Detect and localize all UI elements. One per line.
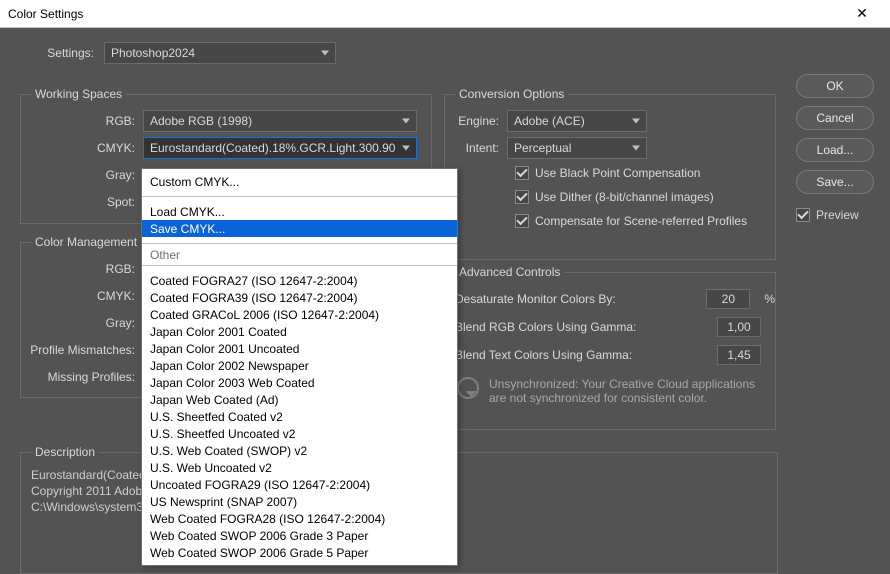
chevron-down-icon: [632, 145, 640, 150]
dropdown-item-profile[interactable]: Japan Color 2001 Uncoated: [142, 340, 457, 357]
dropdown-item-profile[interactable]: Web Coated FOGRA28 (ISO 12647-2:2004): [142, 510, 457, 527]
ws-spot-label: Spot:: [21, 195, 143, 209]
window-title: Color Settings: [8, 7, 842, 21]
blend-text-label: Blend Text Colors Using Gamma:: [455, 348, 655, 362]
dropdown-item-profile[interactable]: Web Coated SWOP 2006 Grade 3 Paper: [142, 527, 457, 544]
dropdown-item-profile[interactable]: Japan Color 2002 Newspaper: [142, 357, 457, 374]
ws-cmyk-select[interactable]: Eurostandard(Coated).18%.GCR.Light.300.9…: [143, 137, 417, 159]
ws-cmyk-label: CMYK:: [21, 141, 143, 155]
blend-text-field[interactable]: 1,45: [717, 345, 761, 365]
cm-profile-mismatches-label: Profile Mismatches:: [21, 343, 143, 357]
dropdown-profile-list: Coated FOGRA27 (ISO 12647-2:2004)Coated …: [142, 268, 457, 565]
cm-gray-label: Gray:: [21, 316, 143, 330]
cancel-button[interactable]: Cancel: [796, 106, 874, 130]
dropdown-separator: [142, 265, 457, 266]
dropdown-item-profile[interactable]: U.S. Sheetfed Uncoated v2: [142, 425, 457, 442]
working-spaces-legend: Working Spaces: [31, 87, 126, 101]
cm-rgb-label: RGB:: [21, 262, 143, 276]
ok-button[interactable]: OK: [796, 74, 874, 98]
settings-label: Settings:: [36, 46, 94, 60]
color-management-legend: Color Management: [31, 235, 141, 249]
dropdown-item-profile[interactable]: Japan Color 2001 Coated: [142, 323, 457, 340]
close-button[interactable]: ✕: [842, 5, 882, 22]
chevron-down-icon: [632, 118, 640, 123]
black-point-label: Use Black Point Compensation: [535, 166, 700, 180]
chevron-down-icon: [402, 118, 410, 123]
conv-intent-label: Intent:: [445, 141, 507, 155]
unsync-text: Unsynchronized: Your Creative Cloud appl…: [489, 377, 759, 405]
conv-engine-label: Engine:: [445, 114, 507, 128]
ws-gray-label: Gray:: [21, 168, 143, 182]
dropdown-header-other: Other: [142, 246, 457, 263]
scene-ref-checkbox[interactable]: [515, 214, 529, 228]
titlebar: Color Settings ✕: [0, 0, 890, 28]
settings-select[interactable]: Photoshop2024: [104, 42, 336, 64]
conv-engine-select[interactable]: Adobe (ACE): [507, 110, 647, 132]
dropdown-item-profile[interactable]: Uncoated FOGRA29 (ISO 12647-2:2004): [142, 476, 457, 493]
conv-intent-value: Perceptual: [514, 141, 571, 155]
dropdown-item-profile[interactable]: U.S. Web Uncoated v2: [142, 459, 457, 476]
load-button[interactable]: Load...: [796, 138, 874, 162]
conv-intent-select[interactable]: Perceptual: [507, 137, 647, 159]
dropdown-item-profile[interactable]: Web Coated SWOP 2006 Grade 5 Paper: [142, 544, 457, 561]
ws-rgb-label: RGB:: [21, 114, 143, 128]
advanced-legend: Advanced Controls: [455, 265, 564, 279]
desaturate-field[interactable]: 20: [706, 289, 750, 309]
cm-missing-profiles-label: Missing Profiles:: [21, 370, 143, 384]
black-point-checkbox[interactable]: [515, 166, 529, 180]
dropdown-item-profile[interactable]: Coated FOGRA39 (ISO 12647-2:2004): [142, 289, 457, 306]
cm-cmyk-label: CMYK:: [21, 289, 143, 303]
blend-rgb-field[interactable]: 1,00: [717, 317, 761, 337]
dialog-content: Settings: Photoshop2024 Working Spaces R…: [0, 28, 890, 90]
advanced-controls-group: Advanced Controls Desaturate Monitor Col…: [444, 272, 776, 430]
dropdown-item-profile[interactable]: Japan Color 2003 Web Coated: [142, 374, 457, 391]
dropdown-item-custom-cmyk[interactable]: Custom CMYK...: [142, 173, 457, 190]
dropdown-item-profile[interactable]: U.S. Sheetfed Coated v2: [142, 408, 457, 425]
dropdown-item-load-cmyk[interactable]: Load CMYK...: [142, 203, 457, 220]
dropdown-item-save-cmyk[interactable]: Save CMYK...: [142, 220, 457, 237]
settings-value: Photoshop2024: [111, 46, 195, 60]
unsync-icon: [457, 377, 479, 399]
dropdown-item-profile[interactable]: US Newsprint (SNAP 2007): [142, 493, 457, 510]
dropdown-item-profile[interactable]: Coated FOGRA27 (ISO 12647-2:2004): [142, 272, 457, 289]
ws-cmyk-value: Eurostandard(Coated).18%.GCR.Light.300.9…: [150, 141, 395, 155]
dropdown-separator: [142, 196, 457, 197]
conv-engine-value: Adobe (ACE): [514, 114, 585, 128]
desaturate-label: Desaturate Monitor Colors By:: [455, 292, 655, 306]
dialog-buttons: OK Cancel Load... Save... Preview: [796, 74, 874, 222]
description-legend: Description: [31, 445, 99, 459]
save-button[interactable]: Save...: [796, 170, 874, 194]
preview-row: Preview: [796, 208, 874, 222]
blend-rgb-label: Blend RGB Colors Using Gamma:: [455, 320, 655, 334]
dropdown-item-profile[interactable]: Coated GRACoL 2006 (ISO 12647-2:2004): [142, 306, 457, 323]
ws-rgb-value: Adobe RGB (1998): [150, 114, 252, 128]
settings-row: Settings: Photoshop2024: [36, 42, 874, 64]
scene-ref-label: Compensate for Scene-referred Profiles: [535, 214, 747, 228]
preview-label: Preview: [816, 208, 859, 222]
dither-label: Use Dither (8-bit/channel images): [535, 190, 714, 204]
percent-unit: %: [764, 292, 775, 306]
cmyk-dropdown: Custom CMYK... Load CMYK... Save CMYK...…: [141, 168, 458, 566]
chevron-down-icon: [402, 145, 410, 150]
unsync-notice: Unsynchronized: Your Creative Cloud appl…: [445, 369, 775, 413]
conversion-legend: Conversion Options: [455, 87, 568, 101]
dither-checkbox[interactable]: [515, 190, 529, 204]
chevron-down-icon: [321, 51, 329, 56]
dropdown-item-profile[interactable]: U.S. Web Coated (SWOP) v2: [142, 442, 457, 459]
preview-checkbox[interactable]: [796, 208, 810, 222]
dropdown-separator: [142, 243, 457, 244]
conversion-options-group: Conversion Options Engine: Adobe (ACE) I…: [444, 94, 776, 260]
ws-rgb-select[interactable]: Adobe RGB (1998): [143, 110, 417, 132]
dropdown-item-profile[interactable]: Japan Web Coated (Ad): [142, 391, 457, 408]
